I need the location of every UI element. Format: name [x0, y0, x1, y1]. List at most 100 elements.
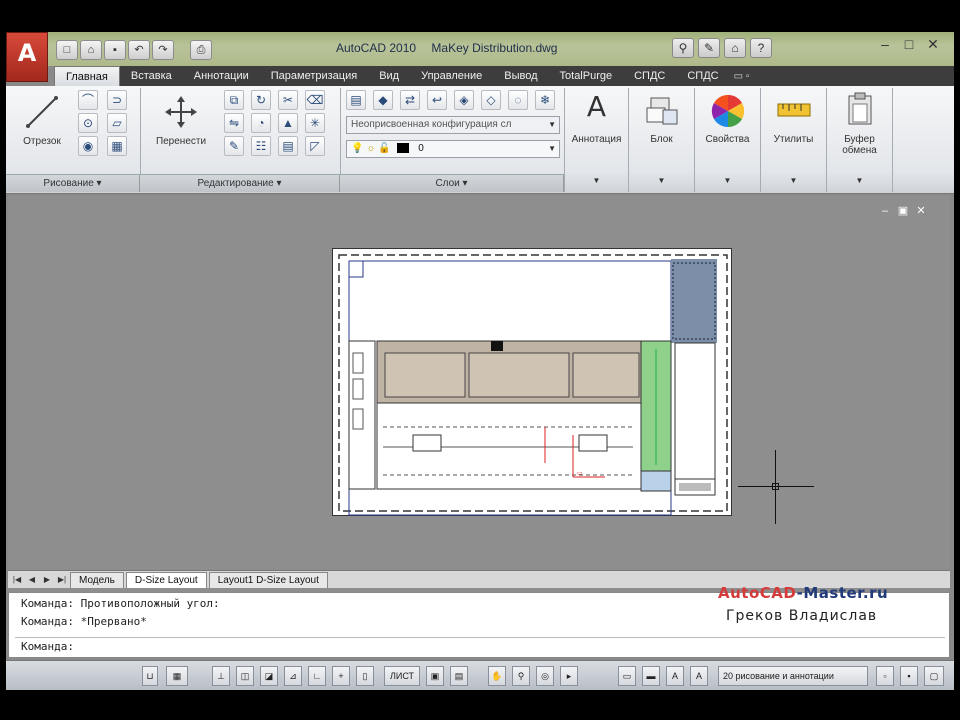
tab-view[interactable]: Вид	[368, 66, 410, 86]
save-icon[interactable]: ▪	[104, 40, 126, 60]
layer-state-combo[interactable]: Неоприсвоенная конфигурация сл ▼	[346, 116, 560, 134]
dyn-toggle[interactable]: +	[332, 666, 350, 686]
open-icon[interactable]: ⌂	[80, 40, 102, 60]
lock-icon[interactable]: ▫	[876, 666, 894, 686]
tab-home[interactable]: Главная	[54, 66, 120, 86]
array-icon[interactable]: ☷	[251, 136, 271, 156]
steering-wheel-icon[interactable]: ◎	[536, 666, 554, 686]
layer-unisolate-icon[interactable]: ◇	[481, 90, 501, 110]
tools-icon[interactable]: ✎	[698, 38, 720, 58]
layer-combo[interactable]: 💡 ☼ 🔓 0 ▼	[346, 140, 560, 158]
next-tab-icon[interactable]: ▶	[41, 574, 53, 586]
prev-tab-icon[interactable]: ◀	[26, 574, 38, 586]
layer-match-icon[interactable]: ⇄	[400, 90, 420, 110]
minimize-icon[interactable]: –	[876, 36, 894, 53]
new-icon[interactable]: □	[56, 40, 78, 60]
first-tab-icon[interactable]: |◀	[11, 574, 23, 586]
snap-toggle[interactable]: ⊔	[142, 666, 158, 686]
otrack-toggle[interactable]: ⊿	[284, 666, 302, 686]
polyline-icon[interactable]: ⌒	[78, 90, 98, 110]
rectangle-icon[interactable]: ▱	[107, 113, 127, 133]
ortho-toggle[interactable]: ⊥	[212, 666, 230, 686]
clean-screen-icon[interactable]: ▢	[924, 666, 944, 686]
tab-output[interactable]: Вывод	[493, 66, 548, 86]
home-icon[interactable]: ⌂	[724, 38, 746, 58]
tab-spds-1[interactable]: СПДС	[623, 66, 676, 86]
arc-icon[interactable]: ⊃	[107, 90, 127, 110]
help-icon[interactable]: ?	[750, 38, 772, 58]
vp-restore-icon[interactable]: ▣	[896, 204, 910, 218]
offset-icon[interactable]: ▤	[278, 136, 298, 156]
osnap-toggle[interactable]: ◪	[260, 666, 278, 686]
panel-title-layers[interactable]: Слои ▾	[340, 175, 564, 192]
tab-parametric[interactable]: Параметризация	[260, 66, 368, 86]
clipboard-panel-button[interactable]: Буфер обмена ▼	[826, 88, 892, 192]
stretch-icon[interactable]: ▲	[278, 113, 298, 133]
drawing-area[interactable]: – ▣ ✕ ▭	[8, 196, 950, 598]
tab-spds-2[interactable]: СПДС	[676, 66, 729, 86]
last-tab-icon[interactable]: ▶|	[56, 574, 68, 586]
quick-view-layouts-icon[interactable]: ▣	[426, 666, 444, 686]
layer-state-icon[interactable]: ◆	[373, 90, 393, 110]
tab-insert[interactable]: Вставка	[120, 66, 183, 86]
tab-layout1[interactable]: Layout1 D-Size Layout	[208, 571, 328, 588]
panel-title-draw[interactable]: Рисование ▾	[6, 175, 140, 192]
application-menu-button[interactable]: A	[6, 32, 48, 82]
layer-off-icon[interactable]: ◌	[508, 90, 528, 110]
rotate-icon[interactable]: ↻	[251, 90, 271, 110]
chamfer-icon[interactable]: ◸	[305, 136, 325, 156]
fillet-icon[interactable]: ◔	[251, 113, 271, 133]
layout-sheet[interactable]: ▭	[332, 248, 732, 516]
scale-icon[interactable]: ✎	[224, 136, 244, 156]
model-paper-toggle[interactable]: ЛИСТ	[384, 666, 420, 686]
tab-annotate[interactable]: Аннотации	[183, 66, 260, 86]
utilities-panel-button[interactable]: Утилиты ▼	[760, 88, 826, 192]
redo-icon[interactable]: ↷	[152, 40, 174, 60]
erase-icon[interactable]: ⌫	[305, 90, 325, 110]
block-panel-button[interactable]: Блок ▼	[628, 88, 694, 192]
vp-minimize-icon[interactable]: –	[878, 204, 892, 218]
lwt-toggle[interactable]: ▯	[356, 666, 374, 686]
line-tool-button[interactable]: Отрезок	[12, 94, 72, 147]
hatch-icon[interactable]: ▦	[107, 136, 127, 156]
layer-freeze-icon[interactable]: ❄	[535, 90, 555, 110]
maximize-icon[interactable]: □	[900, 36, 918, 53]
zoom-icon[interactable]: ⚲	[512, 666, 530, 686]
undo-icon[interactable]: ↶	[128, 40, 150, 60]
command-input[interactable]: Команда:	[15, 637, 945, 655]
binoculars-icon[interactable]: ⚲	[672, 38, 694, 58]
tab-manage[interactable]: Управление	[410, 66, 493, 86]
explode-icon[interactable]: ✳	[305, 113, 325, 133]
move-tool-button[interactable]: Перенести	[146, 94, 216, 147]
tab-d-size-layout[interactable]: D-Size Layout	[125, 571, 207, 588]
close-icon[interactable]: ✕	[924, 36, 942, 53]
ribbon-minimize-icon[interactable]: ▭ ▫	[730, 71, 754, 82]
maximize-viewport-icon[interactable]: ▭	[618, 666, 636, 686]
polar-toggle[interactable]: ◫	[236, 666, 254, 686]
properties-panel-button[interactable]: Свойства ▼	[694, 88, 760, 192]
quick-view-drawings-icon[interactable]: ▤	[450, 666, 468, 686]
workspace-switcher[interactable]: 20 рисование и аннотации	[718, 666, 868, 686]
showmotion-icon[interactable]: ▸	[560, 666, 578, 686]
annotation-visibility-icon[interactable]: A	[666, 666, 684, 686]
trim-icon[interactable]: ✂	[278, 90, 298, 110]
layer-properties-icon[interactable]: ▤	[346, 90, 366, 110]
circle-icon[interactable]: ⊙	[78, 113, 98, 133]
layer-isolate-icon[interactable]: ◈	[454, 90, 474, 110]
ellipse-icon[interactable]: ◉	[78, 136, 98, 156]
tab-model[interactable]: Модель	[70, 571, 124, 588]
layer-previous-icon[interactable]: ↩	[427, 90, 447, 110]
annotation-scale-icon[interactable]: ▬	[642, 666, 660, 686]
vp-close-icon[interactable]: ✕	[914, 204, 928, 218]
grid-toggle[interactable]: ▦	[166, 666, 188, 686]
copy-icon[interactable]: ⧉	[224, 90, 244, 110]
ducs-toggle[interactable]: ∟	[308, 666, 326, 686]
plot-icon[interactable]: ⎙	[190, 40, 212, 60]
pan-icon[interactable]: ✋	[488, 666, 506, 686]
panel-title-modify[interactable]: Редактирование ▾	[140, 175, 340, 192]
mirror-icon[interactable]: ⇋	[224, 113, 244, 133]
tab-totalpurge[interactable]: TotalPurge	[549, 66, 624, 86]
status-tray-icon[interactable]: ▪	[900, 666, 918, 686]
annotation-panel-button[interactable]: A Аннотация ▼	[564, 88, 628, 192]
autoscale-icon[interactable]: A	[690, 666, 708, 686]
